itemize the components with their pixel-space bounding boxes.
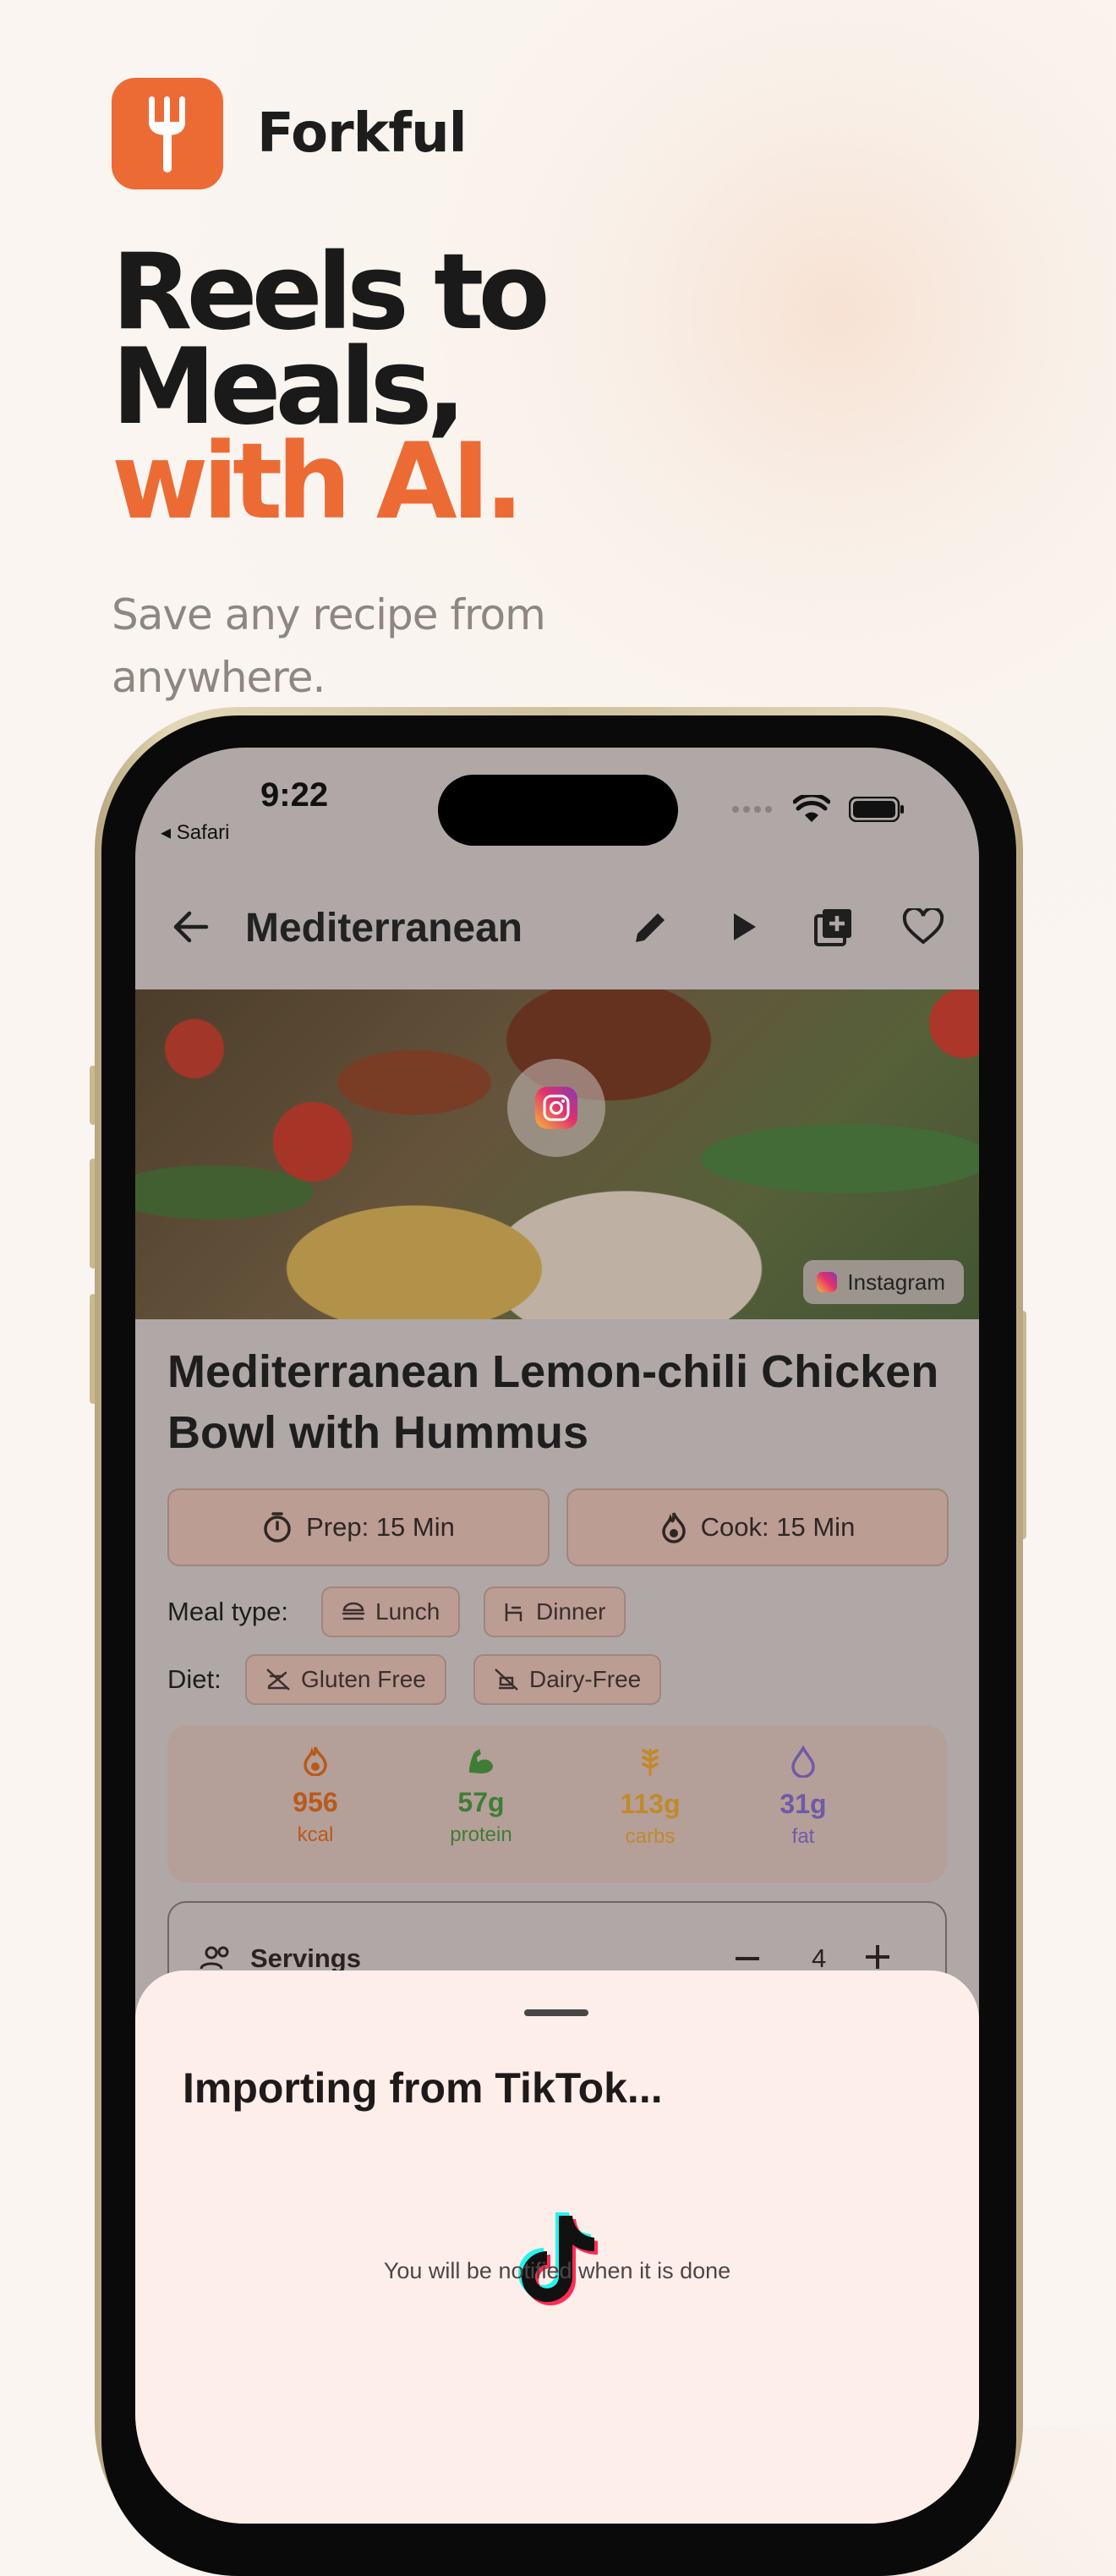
edit-pencil-icon[interactable] bbox=[626, 902, 676, 952]
source-tag[interactable]: Instagram bbox=[803, 1260, 964, 1304]
people-icon bbox=[200, 1946, 229, 1970]
meal-type-chip[interactable]: Dinner bbox=[484, 1587, 626, 1637]
nutrition-protein: 57g protein bbox=[413, 1746, 549, 1847]
nutrition-carbs: 113g carbs bbox=[583, 1746, 718, 1849]
phone-screen: 9:22 ◂ Safari Mediterranean Instagram Me… bbox=[135, 748, 979, 2524]
prep-time-label: Prep: 15 Min bbox=[306, 1512, 455, 1542]
brand: Forkful bbox=[112, 78, 468, 189]
no-gluten-icon bbox=[266, 1669, 290, 1691]
favorite-heart-icon[interactable] bbox=[898, 902, 949, 952]
dinner-icon bbox=[505, 1603, 522, 1621]
instagram-small-icon bbox=[817, 1272, 838, 1292]
fork-icon bbox=[112, 78, 223, 189]
cook-time-button[interactable]: Cook: 15 Min bbox=[566, 1488, 949, 1566]
nutrition-calories: 956 kcal bbox=[248, 1746, 383, 1847]
meal-type-label: Meal type: bbox=[167, 1597, 289, 1626]
minus-icon[interactable] bbox=[736, 1957, 759, 1960]
nutrition-card: 956 kcal 57g protein 113g carbs 31g fat bbox=[167, 1725, 947, 1883]
instagram-icon bbox=[535, 1087, 577, 1129]
status-time: 9:22 bbox=[260, 776, 329, 814]
nutrition-fat: 31g fat bbox=[736, 1745, 871, 1849]
nutrition-value: 956 bbox=[293, 1787, 338, 1817]
source-tag-label: Instagram bbox=[847, 1269, 945, 1295]
app-bar: Mediterranean bbox=[135, 871, 979, 983]
diet-chip-label: Dairy-Free bbox=[529, 1666, 642, 1692]
diet-chip[interactable]: Dairy-Free bbox=[473, 1654, 662, 1705]
servings-value: 4 bbox=[812, 1943, 827, 1973]
import-bottom-sheet: Importing from TikTok... You will be not… bbox=[135, 1970, 979, 2524]
prep-time-button[interactable]: Prep: 15 Min bbox=[167, 1488, 550, 1566]
diet-chip-label: Gluten Free bbox=[301, 1666, 426, 1692]
signal-icon bbox=[732, 806, 772, 813]
flame-icon bbox=[304, 1746, 327, 1777]
back-arrow-icon[interactable] bbox=[166, 902, 216, 952]
nutrition-label: protein bbox=[450, 1823, 512, 1846]
dynamic-island bbox=[438, 775, 678, 846]
sheet-note: You will be notified when it is done bbox=[383, 2258, 731, 2283]
play-icon[interactable] bbox=[719, 902, 769, 952]
page-title: Mediterranean bbox=[245, 906, 523, 951]
status-icons bbox=[730, 795, 905, 824]
headline: Reels to Meals, with AI. bbox=[112, 240, 550, 543]
nutrition-value: 113g bbox=[620, 1789, 681, 1819]
plus-icon[interactable] bbox=[866, 1945, 889, 1969]
wifi-icon bbox=[793, 795, 830, 822]
flame-icon bbox=[661, 1512, 686, 1543]
recipe-hero-image: Instagram bbox=[135, 989, 979, 1319]
meal-type-chip-label: Lunch bbox=[375, 1598, 440, 1625]
nutrition-label: carbs bbox=[625, 1825, 676, 1848]
burger-icon bbox=[342, 1602, 365, 1620]
nutrition-value: 31g bbox=[780, 1789, 827, 1819]
sheet-drag-handle[interactable] bbox=[524, 2009, 588, 2016]
add-to-collection-icon[interactable] bbox=[808, 902, 859, 952]
headline-accent: with AI. bbox=[112, 421, 524, 543]
stopwatch-icon bbox=[264, 1512, 291, 1543]
muscle-icon bbox=[469, 1749, 493, 1773]
battery-icon bbox=[849, 797, 904, 822]
nutrition-label: fat bbox=[791, 1825, 815, 1848]
subhead: Save any recipe from anywhere. bbox=[112, 590, 546, 702]
wheat-icon bbox=[642, 1749, 659, 1776]
diet-chip[interactable]: Gluten Free bbox=[245, 1654, 446, 1705]
droplet-icon bbox=[791, 1745, 815, 1779]
back-to-safari[interactable]: ◂ Safari bbox=[161, 820, 229, 845]
diet-label: Diet: bbox=[167, 1664, 222, 1694]
servings-label: Servings bbox=[250, 1943, 361, 1973]
recipe-title: Mediterranean Lemon-chili Chicken Bowl w… bbox=[167, 1346, 939, 1458]
instagram-play-button[interactable] bbox=[507, 1059, 605, 1157]
meal-type-chip-label: Dinner bbox=[536, 1598, 606, 1625]
nutrition-value: 57g bbox=[457, 1787, 505, 1817]
sheet-title: Importing from TikTok... bbox=[183, 2064, 663, 2112]
brand-name: Forkful bbox=[257, 102, 468, 165]
cook-time-label: Cook: 15 Min bbox=[700, 1512, 856, 1542]
meal-type-chip[interactable]: Lunch bbox=[321, 1587, 461, 1637]
nutrition-label: kcal bbox=[297, 1823, 334, 1846]
no-dairy-icon bbox=[495, 1669, 518, 1691]
